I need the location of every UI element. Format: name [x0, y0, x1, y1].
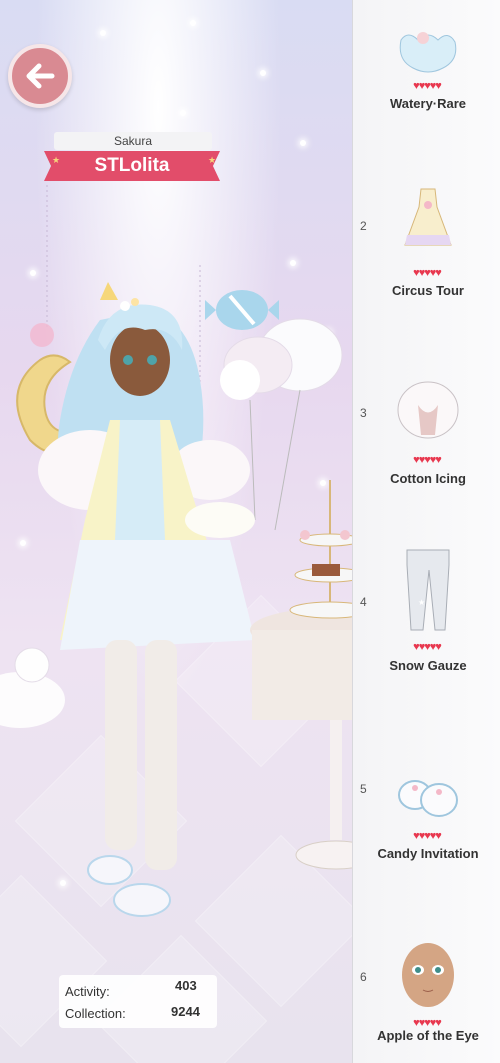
- circus-tour-dress-thumbnail: [404, 188, 452, 246]
- list-item[interactable]: 5 ♥♥♥♥♥ Candy Invitation: [353, 740, 500, 920]
- stats-panel: Activity: 403 Collection: 9244: [59, 975, 217, 1028]
- star-icon: ★: [208, 155, 217, 165]
- arrow-left-icon: [26, 63, 55, 89]
- activity-value: 403: [175, 978, 197, 993]
- list-item[interactable]: 6 ♥♥♥♥♥ Apple of the Eye: [353, 920, 500, 1063]
- activity-label: Activity:: [65, 984, 110, 999]
- rating-hearts: ♥♥♥♥♥: [413, 454, 442, 466]
- item-name: Watery·Rare: [389, 96, 467, 111]
- svg-text:★: ★: [418, 598, 425, 607]
- list-item[interactable]: ♥♥♥♥♥ Watery·Rare: [353, 0, 500, 185]
- item-name: Apple of the Eye: [377, 1028, 479, 1043]
- rating-hearts: ♥♥♥♥♥: [413, 641, 442, 653]
- snow-gauze-stockings-thumbnail: ★: [406, 549, 450, 631]
- list-item[interactable]: 4 ★ ♥♥♥♥♥ Snow Gauze: [353, 549, 500, 740]
- style-tag-ribbon: STLolita: [44, 151, 220, 181]
- rating-hearts: ♥♥♥♥♥: [413, 80, 442, 92]
- item-rank: 3: [360, 406, 367, 420]
- item-name: Snow Gauze: [389, 658, 467, 673]
- collection-label: Collection:: [65, 1006, 126, 1021]
- dressup-stage: Sakura STLolita ★ ★ Activity: 403 Collec…: [0, 0, 352, 1063]
- back-button[interactable]: [8, 44, 72, 108]
- item-rank: 2: [360, 219, 367, 233]
- item-name: Cotton Icing: [390, 471, 466, 486]
- list-item[interactable]: 3 ♥♥♥♥♥ Cotton Icing: [353, 370, 500, 555]
- cotton-icing-shawl-thumbnail: [397, 381, 459, 439]
- item-rank: 4: [360, 595, 367, 609]
- player-name: Sakura: [54, 132, 212, 150]
- apple-of-the-eye-face-thumbnail: [402, 943, 454, 1007]
- item-rank: 6: [360, 970, 367, 984]
- item-name: Candy Invitation: [377, 846, 479, 861]
- star-icon: ★: [52, 155, 61, 165]
- rating-hearts: ♥♥♥♥♥: [413, 267, 442, 279]
- watery-rare-thumbnail: [399, 32, 457, 73]
- outfit-items-list[interactable]: ♥♥♥♥♥ Watery·Rare 2 ♥♥♥♥♥ Circus Tour 3 …: [352, 0, 500, 1063]
- collection-value: 9244: [171, 1004, 200, 1019]
- item-name: Circus Tour: [392, 283, 464, 298]
- list-item[interactable]: 2 ♥♥♥♥♥ Circus Tour: [353, 185, 500, 370]
- item-rank: 5: [360, 782, 367, 796]
- candy-invitation-shoes-thumbnail: [398, 780, 458, 817]
- rating-hearts: ♥♥♥♥♥: [413, 830, 442, 842]
